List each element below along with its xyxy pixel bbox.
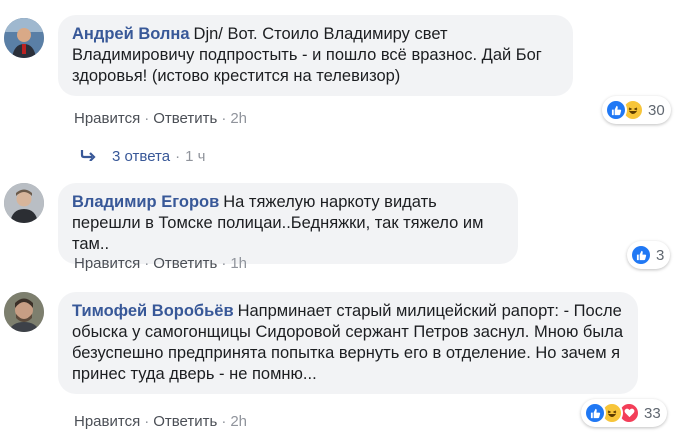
view-replies-link[interactable]: 3 ответа · 1 ч [80,148,205,165]
like-link[interactable]: Нравится [74,413,140,430]
comment-bubble: Андрей Волна Djn/ Вот. Стоило Владимиру с… [58,15,573,96]
reaction-summary[interactable]: 3 [627,241,671,269]
like-reaction-icon [605,99,627,121]
reaction-count: 30 [648,101,665,119]
comment-timestamp[interactable]: 2h [230,110,247,127]
avatar[interactable] [4,183,44,223]
replies-count[interactable]: 3 ответа [112,148,170,165]
comment-timestamp[interactable]: 1h [230,255,247,272]
like-reaction-icon [584,402,606,424]
reaction-count: 3 [656,246,665,264]
avatar[interactable] [4,18,44,58]
like-link[interactable]: Нравится [74,255,140,272]
comment-bubble: Владимир Егоров На тяжелую наркоту видать… [58,183,518,264]
comment-actions: Нравится · Ответить · 1h [74,255,248,272]
replies-timestamp: 1 ч [185,148,206,165]
reply-link[interactable]: Ответить [153,255,217,272]
avatar-photo-icon [4,183,44,223]
comment-author[interactable]: Тимофей Воробьёв [72,302,234,320]
avatar[interactable] [4,292,44,332]
reaction-summary[interactable]: 30 [602,96,671,124]
comment-author[interactable]: Владимир Егоров [72,193,219,211]
reply-arrow-icon [80,148,96,165]
reaction-summary[interactable]: 33 [581,399,667,427]
reply-link[interactable]: Ответить [153,110,217,127]
avatar-photo-icon [4,292,44,332]
comment-actions: Нравится · Ответить · 2h [74,110,248,127]
comment-author[interactable]: Андрей Волна [72,25,190,43]
comment-bubble: Тимофей Воробьёв Напрминает старый милице… [58,292,638,394]
reply-link[interactable]: Ответить [153,413,217,430]
like-link[interactable]: Нравится [74,110,140,127]
like-reaction-icon [630,244,652,266]
avatar-photo-icon [4,18,44,58]
comment-actions: Нравится · Ответить · 2h [74,413,248,430]
comment-timestamp[interactable]: 2h [230,413,247,430]
reaction-count: 33 [644,404,661,422]
